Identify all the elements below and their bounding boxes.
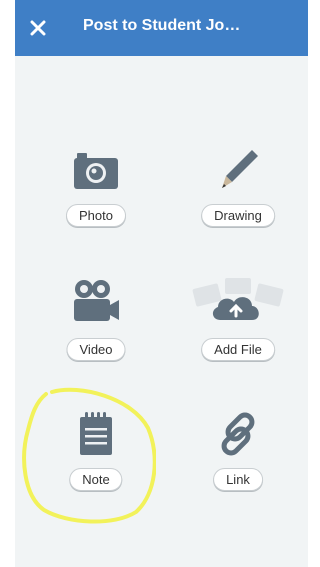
camera-icon bbox=[73, 150, 119, 192]
link-option[interactable]: Link bbox=[178, 412, 298, 502]
note-label: Note bbox=[69, 468, 123, 491]
photo-label: Photo bbox=[66, 204, 126, 227]
pencil-icon bbox=[216, 148, 260, 192]
drawing-option[interactable]: Drawing bbox=[178, 150, 298, 240]
top-bar: Post to Student Jo… bbox=[15, 0, 308, 56]
link-label: Link bbox=[213, 468, 263, 491]
post-screen: Post to Student Jo… Photo Drawing Video … bbox=[15, 0, 308, 567]
add-file-option[interactable]: Add File bbox=[178, 278, 298, 370]
photo-option[interactable]: Photo bbox=[36, 150, 156, 240]
video-camera-icon bbox=[71, 278, 121, 324]
page-title: Post to Student Jo… bbox=[83, 17, 241, 34]
drawing-label: Drawing bbox=[201, 204, 275, 227]
link-icon bbox=[214, 410, 262, 458]
video-label: Video bbox=[66, 338, 126, 361]
close-icon bbox=[30, 20, 46, 36]
cloud-upload-icon bbox=[192, 276, 284, 328]
add-file-label: Add File bbox=[201, 338, 275, 361]
video-option[interactable]: Video bbox=[36, 280, 156, 370]
close-button[interactable] bbox=[23, 13, 53, 43]
note-option[interactable]: Note bbox=[36, 412, 156, 502]
notepad-icon bbox=[76, 412, 116, 456]
